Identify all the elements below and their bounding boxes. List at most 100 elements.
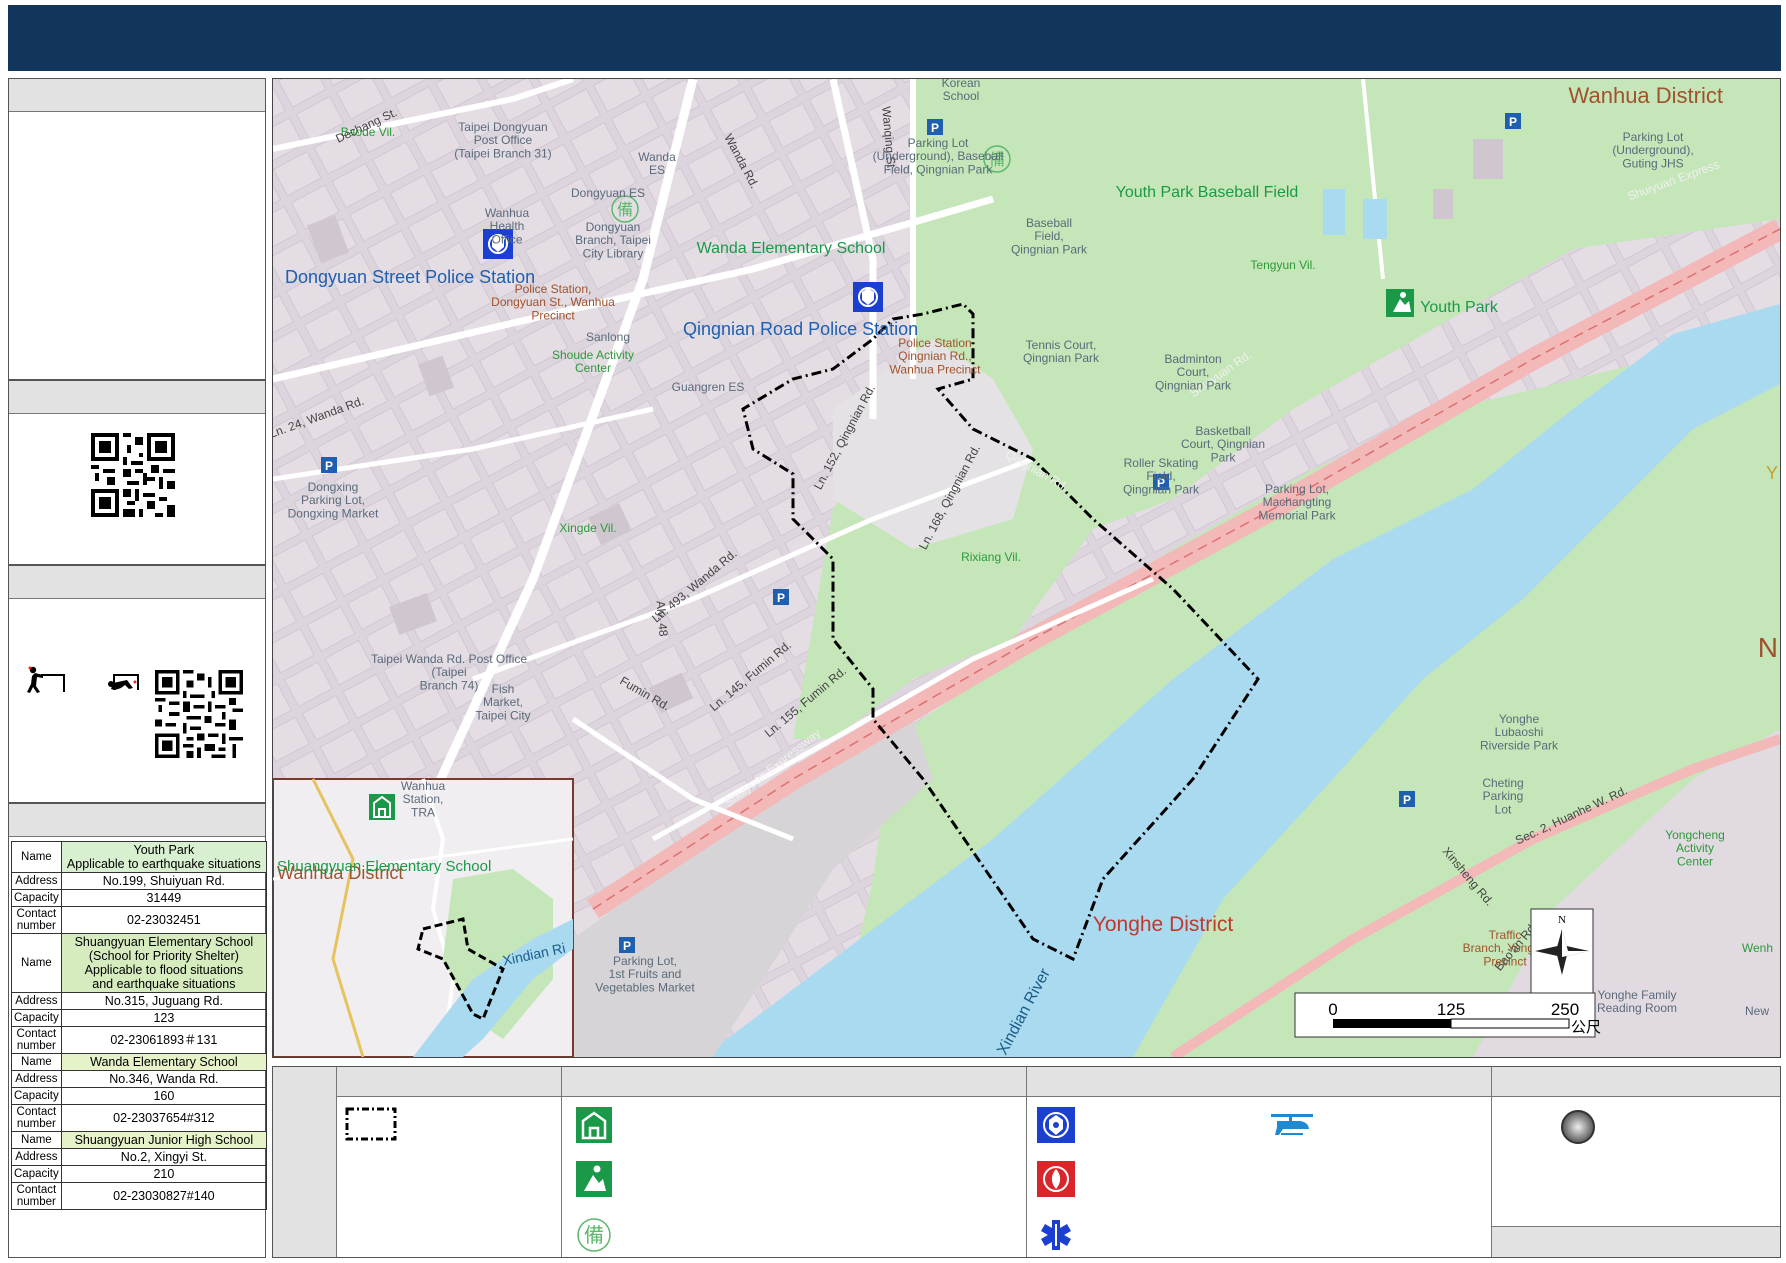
shelter-address: No.199, Shuiyuan Rd. [60, 872, 268, 890]
shelter-field-label: Address [11, 992, 62, 1010]
legend-panel: 備 [272, 1066, 1781, 1258]
table-row: Capacity 31449 [11, 889, 268, 907]
table-row: Name Shuangyuan Elementary School (School… [11, 933, 268, 993]
scale-unit: 公尺 [1571, 1018, 1601, 1036]
shelter-field-label: Address [11, 1148, 62, 1166]
edge-letter-n: N [1758, 632, 1778, 663]
fire-icon [1037, 1161, 1075, 1197]
outdoor-shelter-icon[interactable] [1386, 289, 1414, 317]
legend-boundary-header [337, 1067, 561, 1097]
poi-sanlong: Sanlong [586, 330, 630, 344]
table-row: Contact number 02-23061893＃131 [11, 1026, 268, 1054]
legend-title-cell [273, 1067, 337, 1257]
shelter-field-label: Name [11, 841, 62, 873]
shelter-contact: 02-23061893＃131 [60, 1026, 268, 1054]
scale-tick-125: 125 [1437, 1000, 1465, 1019]
district-label-wanhua: Wanhua District [1569, 83, 1723, 108]
police-icon[interactable] [853, 282, 883, 312]
table-row: Address No.199, Shuiyuan Rd. [11, 872, 268, 890]
shelter-contact: 02-23032451 [60, 906, 268, 934]
indoor-shelter-icon[interactable] [369, 794, 395, 820]
shelter-address: No.2, Xingyi St. [60, 1148, 268, 1166]
shelter-field-label: Capacity [11, 889, 62, 907]
poi-new: New [1745, 1004, 1769, 1018]
shelter-field-label: Contact number [11, 1104, 62, 1132]
table-row: Name Wanda Elementary School [11, 1053, 268, 1071]
shelter-capacity: 123 [60, 1009, 268, 1027]
info-panel [8, 78, 266, 380]
north-label: N [1558, 914, 1566, 926]
shelter-label-wanda: Wanda Elementary School [697, 240, 886, 257]
map-canvas[interactable]: 備 備 PPP PPPP Wanhua District Yonghe Distr… [272, 78, 1781, 1058]
drill-panel-header [9, 566, 265, 599]
drill-qr-code-icon[interactable] [155, 670, 243, 758]
shelter-field-label: Name [11, 1053, 62, 1071]
table-row: Contact number 02-23037654#312 [11, 1104, 268, 1132]
legend-boundary-column [337, 1067, 562, 1257]
helicopter-icon [1271, 1114, 1313, 1135]
outdoor-shelter-icon [576, 1161, 612, 1197]
svg-text:備: 備 [617, 200, 633, 219]
boundary-icon [345, 1107, 397, 1141]
poi-qingnian-precinct: Police Station Qingnian Rd., Wanhua Precin… [890, 336, 982, 376]
table-row: Capacity 160 [11, 1087, 268, 1105]
legend-location-column [1492, 1067, 1780, 1257]
police-label-dongyuan: Dongyuan Street Police Station [285, 267, 535, 287]
svg-text:P: P [777, 591, 785, 605]
info-panel-header [9, 79, 265, 112]
shelters-table: Name Youth Park Applicable to earthquake … [11, 841, 268, 1210]
shelter-address: No.315, Juguang Rd. [60, 992, 268, 1010]
shelter-field-label: Capacity [11, 1165, 62, 1183]
village-label-tengyun: Tengyun Vil. [1250, 258, 1315, 272]
medical-icon [1041, 1220, 1071, 1250]
svg-text:P: P [1403, 793, 1411, 807]
poi-wenh: Wenh [1742, 941, 1773, 955]
poi-korean-school: Korean School [942, 79, 981, 103]
poi-parking-guting: Parking Lot (Underground), Guting JHS [1612, 130, 1693, 170]
shelter-field-label: Name [11, 933, 62, 993]
district-label-yonghe: Yonghe District [1093, 913, 1234, 936]
legend-emergency-header [1027, 1067, 1491, 1097]
legend-shelter-column: 備 [562, 1067, 1027, 1257]
shelter-label-shuangyuan: Shuangyuan Elementary School [277, 858, 491, 875]
shelters-panel: Name Youth Park Applicable to earthquake … [8, 803, 268, 1258]
shelter-contact: 02-23030827#140 [60, 1182, 268, 1210]
shelter-label-baseball: Youth Park Baseball Field [1116, 184, 1299, 201]
poi-family-reading: Yonghe Family Reading Room [1597, 988, 1677, 1015]
village-label-rixiang: Rixiang Vil. [961, 550, 1021, 564]
shelter-label-youth-park: Youth Park [1420, 299, 1499, 316]
svg-text:P: P [1509, 115, 1517, 129]
legend-emergency-column [1027, 1067, 1492, 1257]
current-location-icon [1561, 1110, 1595, 1144]
table-row: Address No.315, Juguang Rd. [11, 992, 268, 1010]
shelter-field-label: Name [11, 1131, 62, 1149]
police-label-qingnian: Qingnian Road Police Station [683, 319, 918, 339]
table-row: Name Youth Park Applicable to earthquake … [11, 841, 268, 873]
poi-parking-machangting: Parking Lot, Machangting Memorial Park [1258, 482, 1336, 522]
drill-panel [8, 565, 266, 803]
qr-code-icon[interactable] [91, 433, 175, 517]
svg-text:P: P [623, 939, 631, 953]
indoor-shelter-icon [576, 1107, 612, 1143]
shelter-capacity: 210 [60, 1165, 268, 1183]
table-row: Name Shuangyuan Junior High School [11, 1131, 268, 1149]
poi-guangren: Guangren ES [672, 380, 745, 394]
park-pool-2 [1363, 199, 1387, 239]
shelter-capacity: 31449 [60, 889, 268, 907]
park-pool [1323, 189, 1345, 235]
legend-location-header [1492, 1067, 1780, 1097]
edge-letter-y: Y [1766, 463, 1778, 483]
scale-tick-0: 0 [1328, 1000, 1337, 1019]
table-row: Address No.346, Wanda Rd. [11, 1070, 268, 1088]
title-bar [8, 5, 1781, 71]
reserve-shelter-icon: 備 [577, 1218, 611, 1252]
qr-panel [8, 380, 266, 565]
table-row: Contact number 02-23030827#140 [11, 1182, 268, 1210]
table-row: Capacity 210 [11, 1165, 268, 1183]
inset-map [273, 778, 574, 1057]
legend-shelter-header [562, 1067, 1026, 1097]
table-row: Address No.2, Xingyi St. [11, 1148, 268, 1166]
table-row: Contact number 02-23032451 [11, 906, 268, 934]
shelter-name: Shuangyuan Elementary School (School for… [60, 933, 268, 993]
police-icon [1037, 1107, 1075, 1143]
